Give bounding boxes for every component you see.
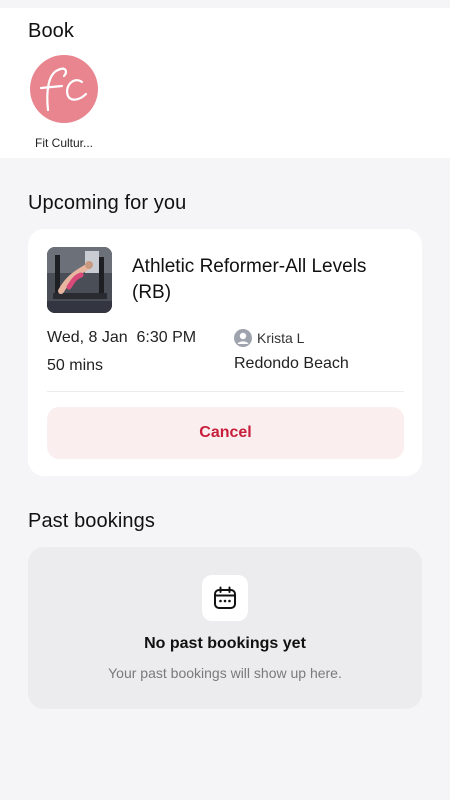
booking-card-header: Athletic Reformer-All Levels (RB) bbox=[47, 247, 404, 313]
past-bookings-empty-state: No past bookings yet Your past bookings … bbox=[28, 547, 422, 709]
class-thumbnail bbox=[47, 247, 112, 313]
booking-instructor-location: Krista L Redondo Beach bbox=[234, 327, 404, 377]
calendar-icon bbox=[214, 586, 236, 609]
booking-details: Wed, 8 Jan 6:30 PM 50 mins Krista L Redo… bbox=[47, 327, 404, 377]
upcoming-heading: Upcoming for you bbox=[28, 192, 187, 214]
studio-logo-monogram bbox=[39, 67, 88, 112]
booking-location: Redondo Beach bbox=[234, 355, 349, 372]
studio-logo bbox=[30, 55, 98, 123]
booking-date: Wed, 8 Jan bbox=[47, 329, 128, 346]
booking-schedule: Wed, 8 Jan 6:30 PM 50 mins bbox=[47, 327, 234, 377]
empty-state-subtitle: Your past bookings will show up here. bbox=[108, 665, 342, 681]
cancel-button[interactable]: Cancel bbox=[47, 407, 404, 459]
empty-state-title: No past bookings yet bbox=[144, 635, 306, 652]
upcoming-booking-card[interactable]: Athletic Reformer-All Levels (RB) Wed, 8… bbox=[28, 229, 422, 476]
instructor-name: Krista L bbox=[257, 330, 305, 346]
studio-tile[interactable]: Fit Cultur... bbox=[24, 55, 104, 150]
booking-duration: 50 mins bbox=[47, 357, 104, 374]
studio-name: Fit Cultur... bbox=[34, 136, 93, 150]
book-heading: Book bbox=[28, 20, 74, 42]
status-strip bbox=[0, 0, 450, 8]
booking-datetime: Wed, 8 Jan 6:30 PM bbox=[47, 327, 234, 349]
instructor-row: Krista L bbox=[234, 327, 404, 349]
empty-state-icon-box bbox=[202, 575, 248, 621]
class-photo-icon bbox=[47, 247, 112, 313]
person-avatar-icon bbox=[234, 329, 252, 347]
class-name: Athletic Reformer-All Levels (RB) bbox=[132, 256, 367, 303]
past-bookings-heading: Past bookings bbox=[28, 510, 155, 532]
book-section: Book Fit Cultur... bbox=[0, 8, 450, 158]
booking-time: 6:30 PM bbox=[136, 329, 197, 346]
card-divider bbox=[47, 391, 404, 392]
